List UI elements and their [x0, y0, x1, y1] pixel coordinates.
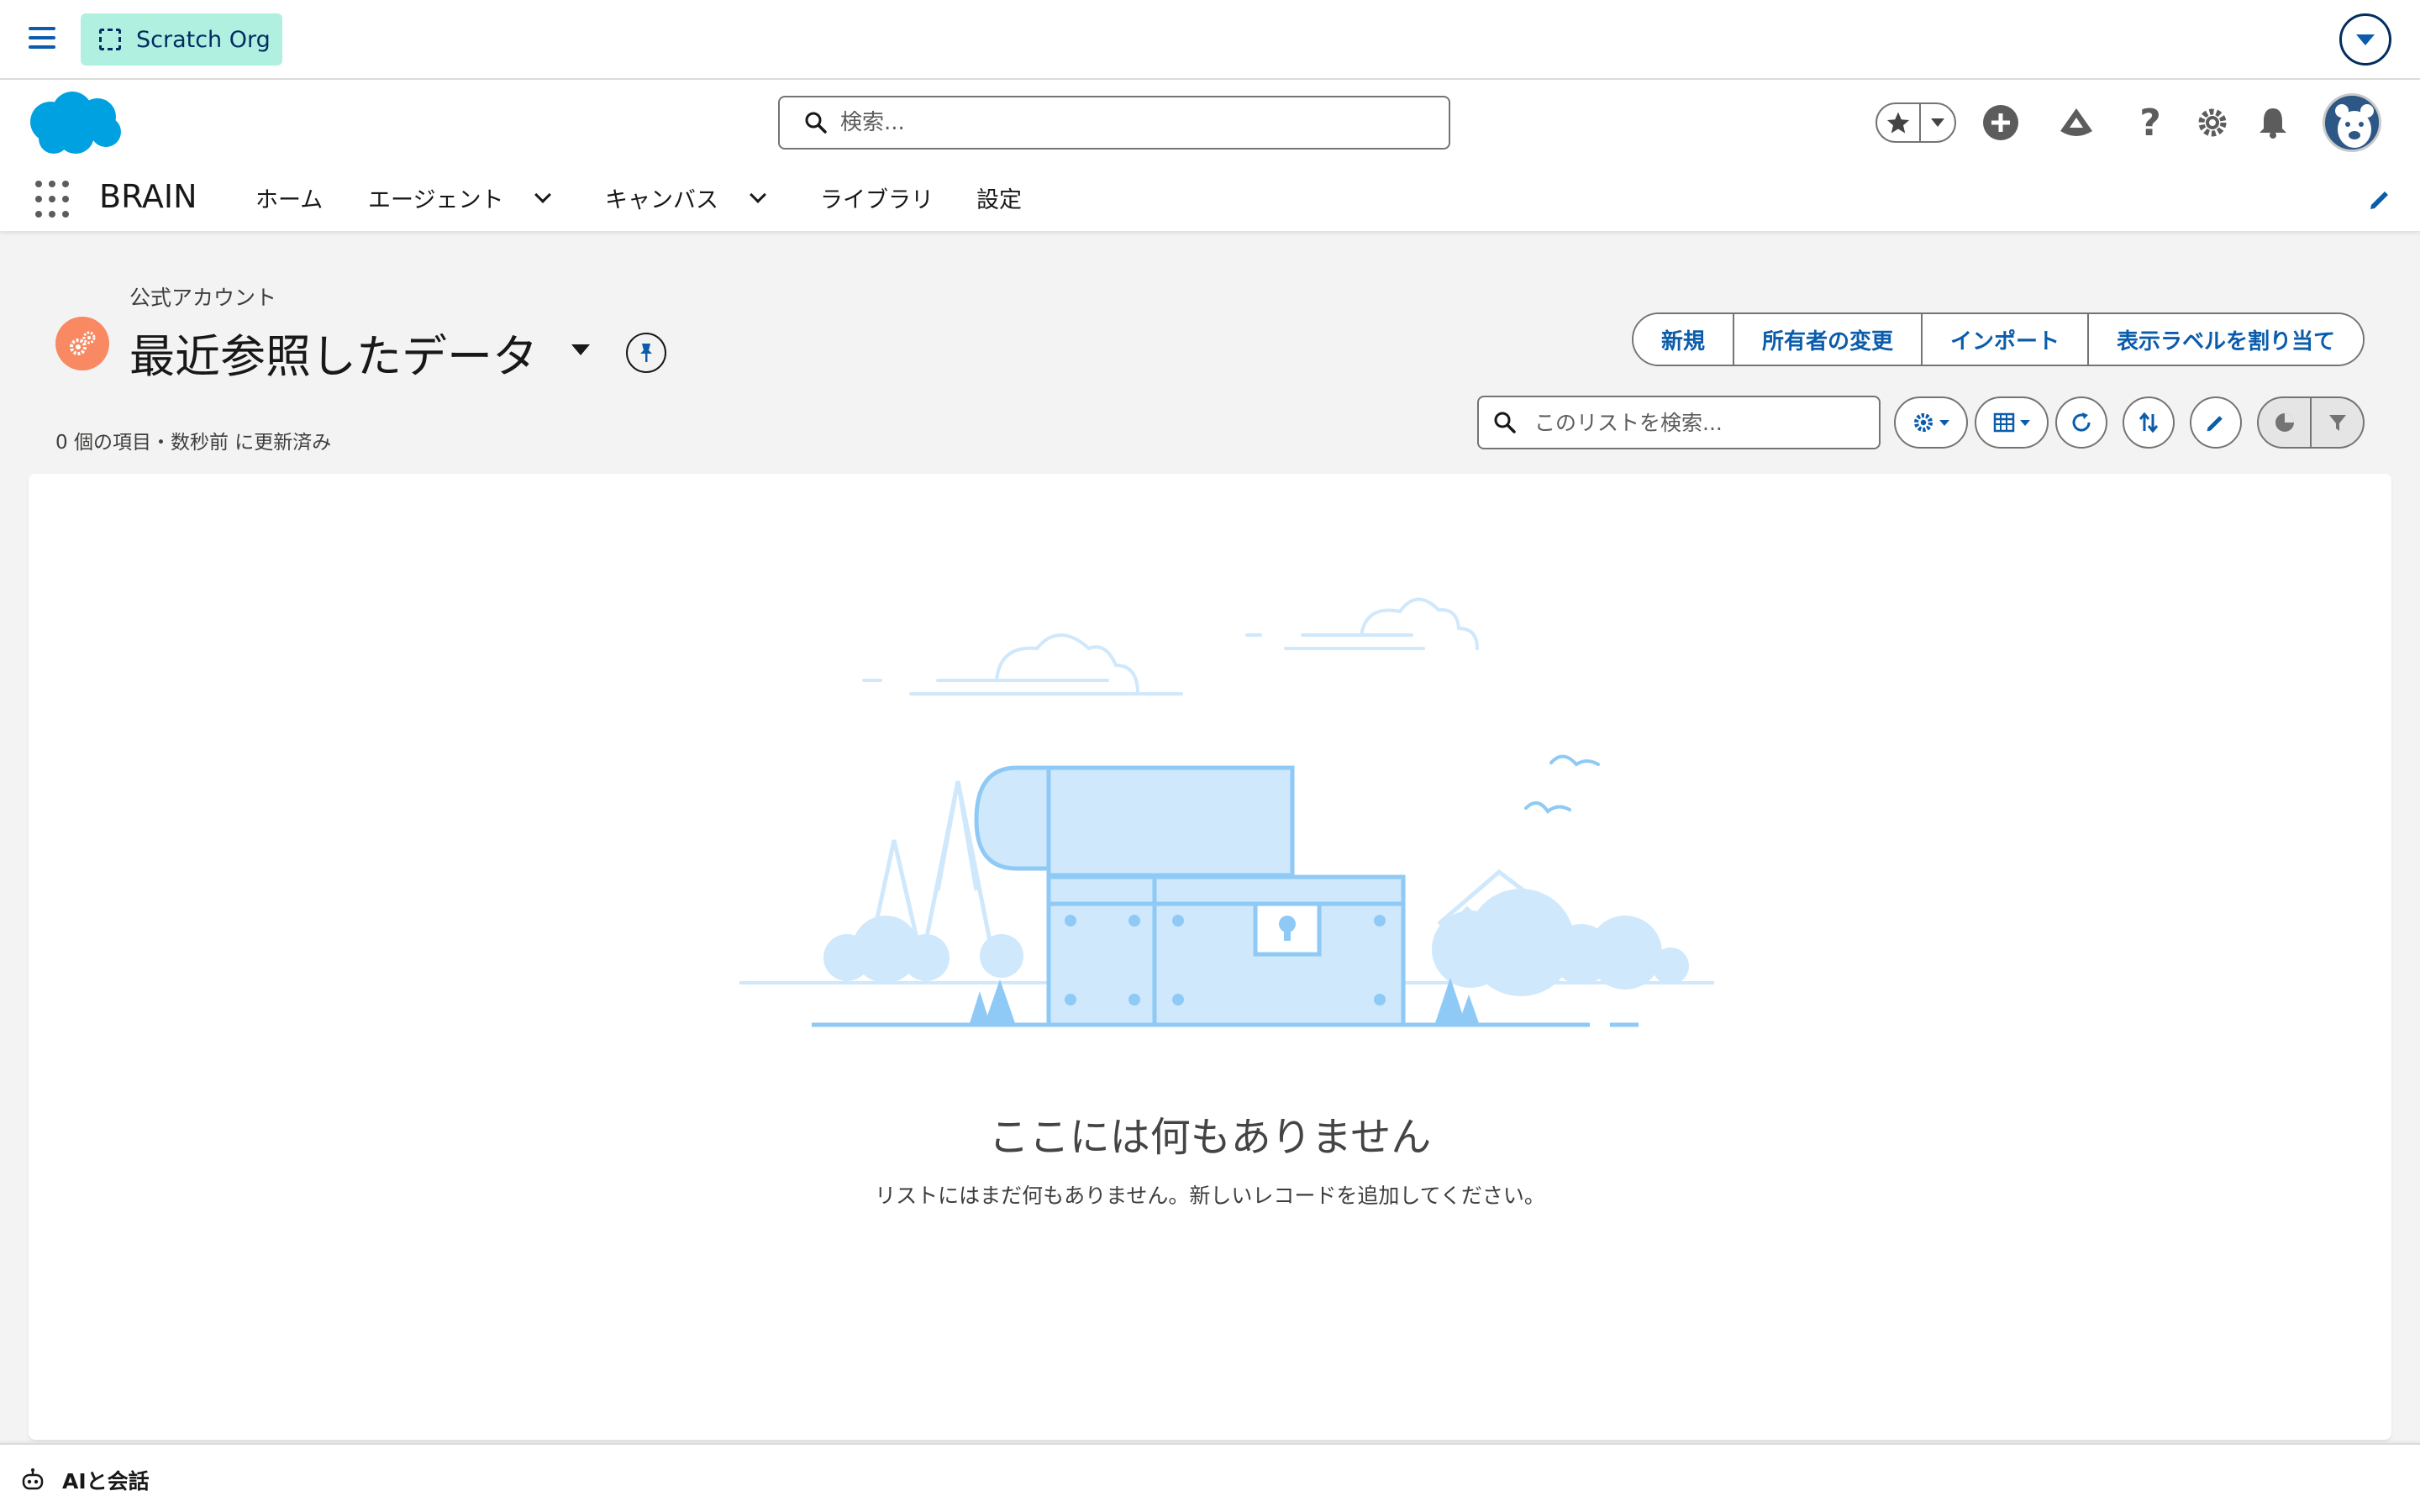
list-view-title[interactable]: 最近参照したデータ	[129, 319, 538, 386]
chevron-down-icon[interactable]	[534, 186, 552, 203]
new-button[interactable]: 新規	[1634, 314, 1733, 365]
scratch-org-badge[interactable]: Scratch Org	[81, 13, 282, 66]
salesforce-logo[interactable]	[25, 88, 126, 159]
app-name: BRAIN	[99, 178, 197, 215]
sort-button[interactable]	[2123, 396, 2175, 449]
object-gears-icon	[55, 317, 109, 370]
assign-label-button[interactable]: 表示ラベルを割り当て	[2087, 314, 2363, 365]
nav-tab-agents[interactable]: エージェント	[368, 181, 552, 214]
scratch-org-label: Scratch Org	[136, 26, 271, 53]
user-avatar[interactable]	[2323, 93, 2381, 152]
nav-tab-label: エージェント	[368, 187, 504, 213]
search-icon	[805, 112, 827, 134]
utility-bar: AIと会話	[0, 1443, 2420, 1512]
nav-tab-canvas[interactable]: キャンバス	[605, 181, 766, 214]
edit-nav-pencil-icon[interactable]	[2368, 186, 2393, 212]
scratch-org-icon	[99, 29, 121, 50]
table-icon	[1993, 412, 2015, 433]
chevron-down-icon	[1939, 419, 1949, 426]
list-view-selector-caret-icon[interactable]	[571, 344, 590, 355]
favorites-group[interactable]	[1876, 102, 1956, 143]
nav-tab-label: ホーム	[255, 187, 324, 213]
chevron-down-icon[interactable]	[2339, 13, 2391, 66]
empty-state-subtitle: リストにはまだ何もありません。新しいレコードを追加してください。	[875, 1184, 1545, 1208]
chart-filter-toggle-group	[2257, 396, 2365, 449]
nav-tab-label: ライブラリ	[820, 187, 934, 213]
empty-treasure-chest-illustration	[739, 597, 1714, 1027]
list-actions-button-group: 新規 所有者の変更 インポート 表示ラベルを割り当て	[1632, 312, 2365, 366]
change-owner-button[interactable]: 所有者の変更	[1733, 314, 1921, 365]
app-launcher-icon[interactable]	[35, 181, 74, 219]
empty-state-title: ここには何もありません	[988, 1114, 1432, 1161]
import-button[interactable]: インポート	[1921, 314, 2087, 365]
global-actions-plus-icon[interactable]	[1980, 102, 2022, 144]
gear-icon	[1913, 412, 1933, 433]
filter-funnel-icon[interactable]	[2310, 398, 2363, 447]
list-settings-gear-button[interactable]	[1894, 396, 1968, 449]
global-search-box[interactable]	[778, 96, 1450, 150]
favorites-dropdown-icon[interactable]	[1921, 118, 1954, 127]
chevron-down-icon	[2020, 419, 2030, 426]
nav-tab-library[interactable]: ライブラリ	[820, 181, 934, 214]
pencil-icon	[2207, 416, 2223, 432]
list-view-card: ここには何もありません リストにはまだ何もありません。新しいレコードを追加してく…	[29, 474, 2391, 1440]
global-search-input[interactable]	[840, 110, 1428, 135]
list-status-text: 0 個の項目・数秒前 に更新済み	[55, 432, 332, 454]
notifications-bell-icon[interactable]	[2252, 102, 2294, 144]
robot-icon	[22, 1468, 44, 1490]
trailhead-icon[interactable]	[2055, 102, 2097, 144]
chart-pie-icon[interactable]	[2259, 398, 2310, 447]
favorites-star-icon[interactable]	[1877, 104, 1921, 141]
scratch-org-bar: Scratch Org	[0, 0, 2420, 80]
refresh-button[interactable]	[2055, 396, 2107, 449]
chevron-down-icon[interactable]	[750, 186, 766, 203]
search-icon	[1494, 412, 1516, 433]
list-search-input[interactable]	[1534, 410, 1870, 435]
refresh-icon	[2072, 412, 2091, 432]
nav-tab-label: キャンバス	[605, 187, 718, 213]
ai-chat-utility-item[interactable]: AIと会話	[20, 1465, 150, 1495]
inline-edit-button[interactable]	[2190, 396, 2242, 449]
nav-tab-settings[interactable]: 設定	[976, 181, 1022, 214]
list-search-box[interactable]	[1477, 396, 1881, 449]
nav-tab-label: 設定	[976, 187, 1022, 213]
setup-gear-icon[interactable]	[2191, 102, 2233, 144]
help-icon[interactable]: ?	[2129, 102, 2171, 144]
hamburger-icon[interactable]	[29, 27, 55, 52]
nav-tab-home[interactable]: ホーム	[255, 181, 323, 214]
pin-icon[interactable]	[626, 333, 666, 373]
object-label: 公式アカウント	[129, 286, 277, 310]
utility-item-label: AIと会話	[62, 1469, 150, 1494]
display-as-table-button[interactable]	[1975, 396, 2049, 449]
sort-arrows-icon	[2139, 412, 2159, 433]
